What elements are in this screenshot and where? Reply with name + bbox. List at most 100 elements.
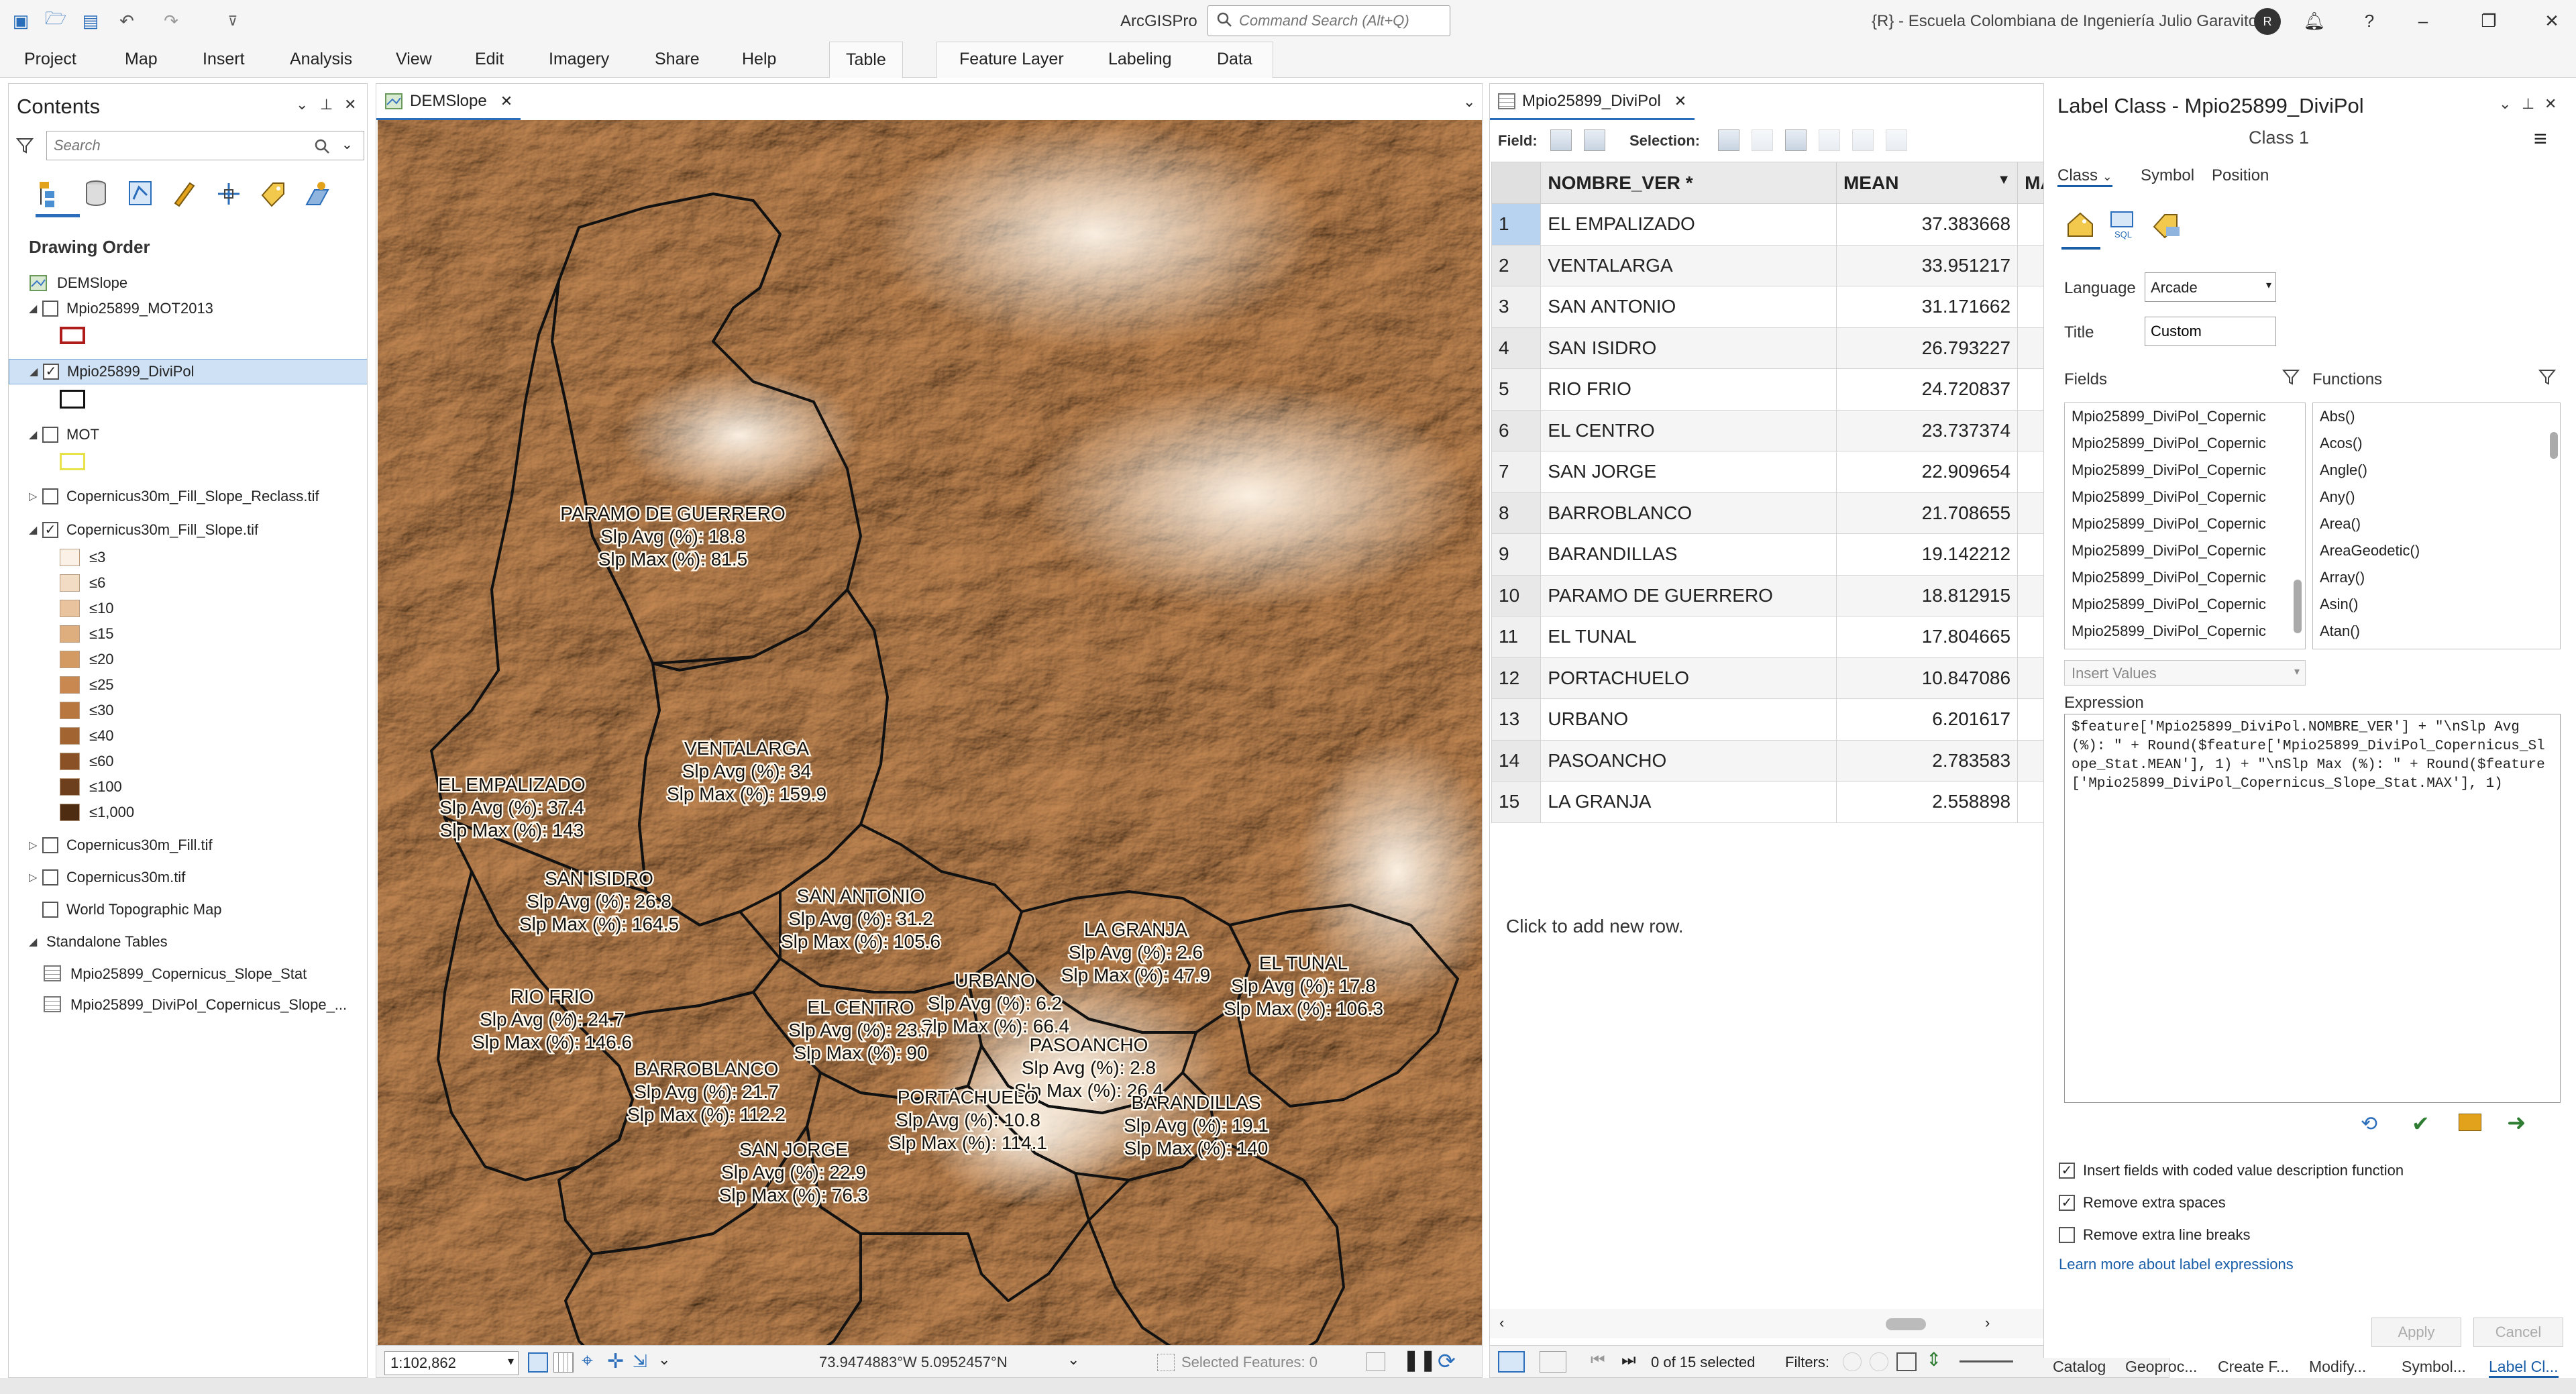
list-by-labeling-icon[interactable] (257, 178, 289, 209)
field-item[interactable]: Mpio25899_DiviPol_Copernic (2065, 511, 2305, 537)
legend-item[interactable]: ≤30 (60, 700, 114, 721)
close-tab-icon[interactable]: ✕ (500, 93, 513, 110)
list-by-source-icon[interactable] (80, 178, 112, 209)
coded-value-checkbox[interactable]: ✓ (2059, 1163, 2075, 1179)
notifications-bell-icon[interactable]: 🔔︎ (2302, 9, 2326, 32)
collapse-chevron-icon[interactable]: ◢ (30, 365, 38, 378)
tab-data[interactable]: Data (1217, 50, 1252, 69)
help-icon[interactable]: ? (2357, 9, 2381, 32)
remove-line-breaks-checkbox-row[interactable]: Remove extra line breaks (2059, 1224, 2250, 1246)
tab-modify-features[interactable]: Modify... (2309, 1358, 2366, 1376)
mean-cell[interactable]: 18.812915 (1835, 574, 2019, 616)
nombre-ver-cell[interactable]: LA GRANJA (1540, 781, 1837, 823)
table-view-icon[interactable] (1366, 1352, 1385, 1371)
calculate-field-icon[interactable] (1584, 129, 1605, 151)
close-icon[interactable]: ✕ (2540, 9, 2564, 32)
fixed-scale-icon[interactable] (528, 1352, 548, 1373)
last-record-icon[interactable]: ⏭ (1621, 1351, 1636, 1370)
close-pane-icon[interactable]: ✕ (2544, 95, 2557, 113)
row-number-cell[interactable]: 3 (1491, 286, 1542, 328)
restore-icon[interactable]: ❐ (2477, 9, 2501, 32)
mean-cell[interactable]: 26.793227 (1835, 327, 2019, 369)
row-number-cell[interactable]: 8 (1491, 492, 1542, 534)
mean-cell[interactable]: 10.847086 (1835, 657, 2019, 699)
standalone-table-item[interactable]: Mpio25899_Copernicus_Slope_Stat (9, 961, 367, 987)
list-by-perspective-icon[interactable] (301, 178, 333, 209)
crosshair-icon[interactable]: ✛ (607, 1350, 624, 1373)
collapse-chevron-icon[interactable]: ◢ (29, 302, 37, 315)
zoom-to-selection-icon[interactable] (1752, 129, 1773, 151)
layer-mot[interactable]: ◢ MOT (9, 422, 367, 447)
open-folder-icon[interactable]: 🗁 (44, 8, 67, 32)
field-item[interactable]: Mpio25899_DiviPol_Copernic (2065, 430, 2305, 457)
field-item[interactable]: Mpio25899_DiviPol_Copernic (2065, 591, 2305, 618)
function-item[interactable]: Area() (2313, 511, 2560, 537)
column-header-mean[interactable]: MEAN ▼ (1835, 162, 2019, 204)
coded-value-checkbox-row[interactable]: ✓ Insert fields with coded value descript… (2059, 1159, 2404, 1182)
function-item[interactable]: Atan() (2313, 618, 2560, 645)
nombre-ver-cell[interactable]: URBANO (1540, 698, 1837, 741)
map-canvas[interactable]: PARAMO DE GUERRERO Slp Avg (%): 18.8 Slp… (378, 120, 1482, 1345)
map-tab[interactable]: DEMSlope ✕ (376, 84, 521, 120)
function-item[interactable]: Array() (2313, 564, 2560, 591)
mean-cell[interactable]: 33.951217 (1835, 244, 2019, 286)
row-number-cell[interactable]: 7 (1491, 451, 1542, 493)
layer-visibility-checkbox[interactable] (42, 837, 58, 853)
function-item[interactable]: Asin() (2313, 591, 2560, 618)
function-item[interactable]: Acos() (2313, 430, 2560, 457)
tab-symbology[interactable]: Symbol... (2402, 1358, 2466, 1376)
cancel-button[interactable]: Cancel (2473, 1318, 2563, 1347)
redo-icon[interactable]: ↷ (160, 9, 182, 32)
remove-spaces-checkbox-row[interactable]: ✓ Remove extra spaces (2059, 1191, 2226, 1214)
tab-create-features[interactable]: Create F... (2218, 1358, 2289, 1376)
layer-copernicus30m[interactable]: ▷ Copernicus30m.tif (9, 865, 367, 890)
layer-visibility-checkbox[interactable] (42, 488, 58, 504)
collapse-chevron-icon[interactable]: ◢ (29, 935, 37, 949)
sql-query-icon[interactable]: SQL (2107, 208, 2139, 240)
mean-cell[interactable]: 23.737374 (1835, 409, 2019, 451)
tab-insert[interactable]: Insert (203, 50, 245, 69)
polygon-symbol-red[interactable] (60, 327, 85, 344)
navigator-icon[interactable]: ⇲ (633, 1351, 647, 1372)
zoom-slider[interactable] (1960, 1360, 2013, 1362)
tab-position[interactable]: Position (2212, 166, 2269, 185)
legend-item[interactable]: ≤1,000 (60, 802, 134, 823)
delete-selection-icon[interactable] (1852, 129, 1874, 151)
row-number-cell[interactable]: 9 (1491, 533, 1542, 576)
nombre-ver-cell[interactable]: RIO FRIO (1540, 368, 1837, 411)
close-tab-icon[interactable]: ✕ (1674, 93, 1686, 110)
field-item[interactable]: Mpio25899_DiviPol_Copernic (2065, 564, 2305, 591)
tab-label-class[interactable]: Label Cl... (2489, 1358, 2559, 1378)
layer-slope[interactable]: ◢ ✓ Copernicus30m_Fill_Slope.tif (9, 517, 367, 543)
legend-item[interactable]: ≤20 (60, 649, 114, 670)
function-item[interactable]: Any() (2313, 484, 2560, 511)
tab-project[interactable]: Project (24, 50, 76, 69)
standalone-table-item[interactable]: Mpio25899_DiviPol_Copernicus_Slope_... (9, 992, 367, 1018)
nombre-ver-cell[interactable]: SAN JORGE (1540, 451, 1837, 493)
nombre-ver-cell[interactable]: EL EMPALIZADO (1540, 203, 1837, 246)
field-item[interactable]: Mpio25899_DiviPol_Copernic (2065, 457, 2305, 484)
fields-scrollbar-thumb[interactable] (2294, 580, 2302, 633)
mean-cell[interactable]: 21.708655 (1835, 492, 2019, 534)
layer-visibility-checkbox[interactable]: ✓ (43, 364, 59, 380)
undo-icon[interactable]: ⟲ (2361, 1112, 2377, 1136)
nombre-ver-cell[interactable]: EL TUNAL (1540, 616, 1837, 658)
mean-cell[interactable]: 37.383668 (1835, 203, 2019, 246)
minimize-icon[interactable]: – (2411, 9, 2435, 32)
nombre-ver-cell[interactable]: PASOANCHO (1540, 739, 1837, 782)
legend-item[interactable]: ≤6 (60, 572, 105, 594)
row-number-cell[interactable]: 6 (1491, 409, 1542, 451)
scrollbar-thumb[interactable] (1886, 1318, 1926, 1330)
tab-feature-layer[interactable]: Feature Layer (959, 50, 1064, 69)
legend-item[interactable]: ≤100 (60, 776, 122, 798)
language-select[interactable]: Arcade ▾ (2145, 272, 2276, 302)
nombre-ver-cell[interactable]: PORTACHUELO (1540, 657, 1837, 699)
legend-item[interactable]: ≤25 (60, 674, 114, 696)
tab-view[interactable]: View (396, 50, 432, 69)
standalone-tables-group[interactable]: ◢ Standalone Tables (9, 929, 367, 955)
legend-item[interactable]: ≤10 (60, 598, 114, 619)
legend-item[interactable]: ≤15 (60, 623, 114, 645)
add-field-icon[interactable] (1550, 129, 1572, 151)
row-number-cell[interactable]: 11 (1491, 616, 1542, 658)
layer-fill[interactable]: ▷ Copernicus30m_Fill.tif (9, 833, 367, 858)
